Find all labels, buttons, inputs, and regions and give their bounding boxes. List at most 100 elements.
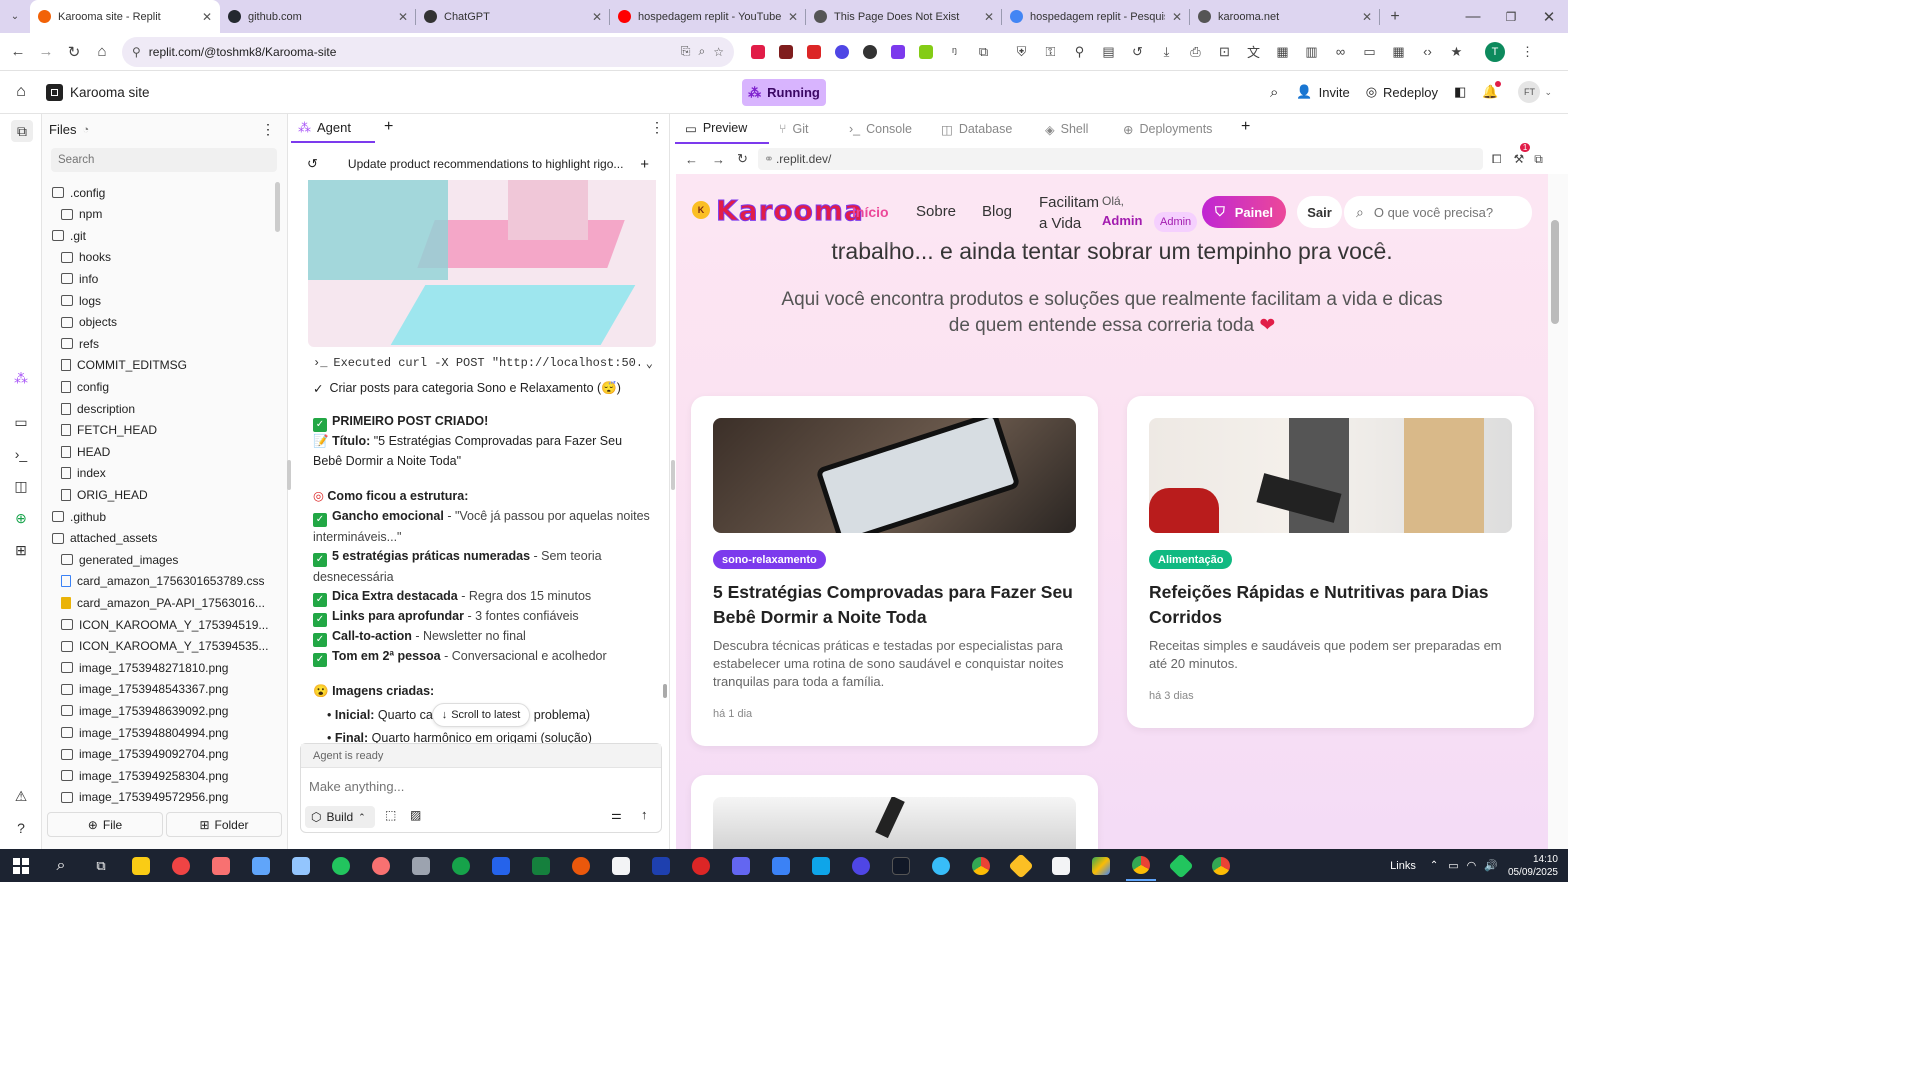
excel-icon[interactable] xyxy=(526,851,556,881)
powershell-icon[interactable] xyxy=(646,851,676,881)
files-scrollbar[interactable] xyxy=(275,182,280,232)
extension-icon[interactable] xyxy=(919,44,933,59)
browser-tab[interactable]: This Page Does Not Exist ✕ xyxy=(806,0,1002,33)
extension-icon[interactable] xyxy=(779,44,793,59)
agent-scrollbar[interactable] xyxy=(663,684,667,698)
print-icon[interactable]: ⎙ xyxy=(1188,44,1203,60)
qr-code-icon[interactable]: ▦ xyxy=(1275,44,1290,60)
new-file-button[interactable]: ⊕ File xyxy=(47,812,163,837)
preview-forward-icon[interactable]: → xyxy=(712,152,725,167)
back-icon[interactable]: ← xyxy=(4,38,32,66)
file-item[interactable]: card_amazon_1756301653789.css xyxy=(61,571,264,592)
build-mode-select[interactable]: ⬡ Build ⌃ xyxy=(305,806,375,828)
devices-icon[interactable]: ⧠ xyxy=(1492,152,1502,167)
extensions-puzzle-icon[interactable]: ⧉ xyxy=(976,44,991,60)
close-window-icon[interactable]: ✕ xyxy=(1530,0,1568,33)
app-icon[interactable] xyxy=(366,851,396,881)
tab-close-icon[interactable]: ✕ xyxy=(202,10,212,24)
project-name[interactable]: Karooma site xyxy=(70,85,150,100)
folder-item[interactable]: .config xyxy=(52,182,105,203)
app-icon[interactable] xyxy=(166,851,196,881)
app-icon[interactable] xyxy=(846,851,876,881)
invite-button[interactable]: 👤 Invite xyxy=(1288,78,1357,106)
app-icon[interactable] xyxy=(446,851,476,881)
agent-icon[interactable]: ⁂ xyxy=(11,368,31,388)
preview-back-icon[interactable]: ← xyxy=(685,152,698,167)
post-card[interactable]: sono-relaxamento 5 Estratégias Comprovad… xyxy=(691,396,1098,746)
conversation-title[interactable]: Update product recommendations to highli… xyxy=(348,157,640,171)
browser-tab[interactable]: hospedagem replit - Pesquisa G ✕ xyxy=(1002,0,1190,33)
reading-list-icon[interactable]: ▤ xyxy=(1101,44,1116,60)
nav-link-facilitam[interactable]: Facilitam a Vida xyxy=(1039,192,1101,234)
file-item[interactable]: image_1753949092704.png xyxy=(61,744,228,765)
reader-mode-icon[interactable]: ▥ xyxy=(1304,44,1319,60)
file-item[interactable]: image_1753948639092.png xyxy=(61,700,228,721)
site-scrollbar-thumb[interactable] xyxy=(1551,220,1559,324)
reload-icon[interactable]: ↻ xyxy=(60,38,88,66)
table-icon[interactable]: ▦ xyxy=(1391,44,1406,60)
agent-menu-kebab-icon[interactable]: ⋮ xyxy=(650,119,664,136)
app-icon[interactable] xyxy=(806,851,836,881)
install-icon[interactable]: ⎘ xyxy=(681,44,691,59)
sair-button[interactable]: Sair xyxy=(1297,196,1342,228)
app-icon[interactable] xyxy=(206,851,236,881)
home-icon[interactable]: ⌂ xyxy=(88,38,116,66)
file-item[interactable]: image_1753949258304.png xyxy=(61,765,228,786)
folder-item[interactable]: generated_images xyxy=(61,549,178,570)
search-icon[interactable]: ⌕ xyxy=(1270,84,1278,101)
extension-icon[interactable] xyxy=(751,44,765,59)
new-chat-icon[interactable]: + xyxy=(640,156,649,173)
panel-resize-handle[interactable] xyxy=(287,460,291,490)
select-element-icon[interactable]: ⬚ xyxy=(385,808,396,822)
tab-database[interactable]: ◫ Database xyxy=(931,114,1035,144)
category-badge[interactable]: Alimentação xyxy=(1149,550,1233,569)
calculator-icon[interactable] xyxy=(246,851,276,881)
site-info-icon[interactable]: ⚲ xyxy=(132,45,141,59)
profile-avatar[interactable]: T xyxy=(1485,41,1505,62)
all-tools-icon[interactable]: ⊞ xyxy=(11,540,31,560)
tab-console[interactable]: ›_ Console xyxy=(839,114,931,144)
folder-item[interactable]: refs xyxy=(61,333,99,354)
browser-tab[interactable]: ChatGPT ✕ xyxy=(416,0,610,33)
code-icon[interactable]: ‹› xyxy=(1420,44,1435,59)
nav-link-inicio[interactable]: Início xyxy=(852,204,889,220)
link-icon[interactable]: ∞ xyxy=(1333,44,1348,59)
nav-link-blog[interactable]: Blog xyxy=(982,203,1012,220)
nav-link-sobre[interactable]: Sobre xyxy=(916,203,956,220)
folder-item[interactable]: .github xyxy=(52,506,106,527)
google-drive-icon[interactable] xyxy=(1086,851,1116,881)
extension-icon[interactable] xyxy=(891,44,905,59)
folder-item[interactable]: logs xyxy=(61,290,101,311)
folder-item[interactable]: hooks xyxy=(61,247,111,268)
extension-icon[interactable] xyxy=(863,44,877,59)
download-icon[interactable]: ⤓ xyxy=(1159,44,1174,60)
globe-icon[interactable]: ⊕ xyxy=(11,508,31,528)
post-card[interactable] xyxy=(691,775,1098,849)
tab-git[interactable]: ⑂ Git xyxy=(769,114,839,144)
chevron-up-icon[interactable]: ⌃ xyxy=(1430,860,1438,871)
menu-kebab-icon[interactable]: ⋮ xyxy=(1520,44,1535,60)
translate-icon[interactable]: 文 xyxy=(1246,42,1261,61)
browser-tab[interactable]: github.com ✕ xyxy=(220,0,416,33)
app-icon[interactable] xyxy=(1166,851,1196,881)
extension-icon[interactable] xyxy=(835,44,849,59)
links-toolbar[interactable]: Links xyxy=(1390,860,1416,872)
app-icon[interactable] xyxy=(1046,851,1076,881)
painel-button[interactable]: ⛉ Painel xyxy=(1202,196,1286,228)
scroll-to-latest-button[interactable]: ↓ Scroll to latest xyxy=(432,703,530,727)
executed-command-row[interactable]: ›_ Executed curl -X POST "http://localho… xyxy=(313,353,653,373)
location-icon[interactable]: ⚲ xyxy=(1072,44,1087,60)
help-icon[interactable]: ? xyxy=(11,818,31,838)
tab-close-icon[interactable]: ✕ xyxy=(984,10,994,24)
search-icon[interactable]: ⌕ xyxy=(46,851,76,881)
restore-icon[interactable]: ❐ xyxy=(1492,0,1530,33)
folder-item[interactable]: npm xyxy=(61,204,102,225)
app-icon[interactable] xyxy=(686,851,716,881)
tab-preview[interactable]: ▭ Preview xyxy=(675,114,769,144)
redeploy-button[interactable]: ◎ Redeploy xyxy=(1358,78,1446,106)
alerts-icon[interactable]: ⚠ xyxy=(11,786,31,806)
notifications-bell-icon[interactable]: 🔔 xyxy=(1482,81,1502,100)
chrome-icon[interactable] xyxy=(1126,851,1156,881)
forward-icon[interactable]: → xyxy=(32,38,60,66)
settings-sliders-icon[interactable]: ⚌ xyxy=(611,808,622,822)
